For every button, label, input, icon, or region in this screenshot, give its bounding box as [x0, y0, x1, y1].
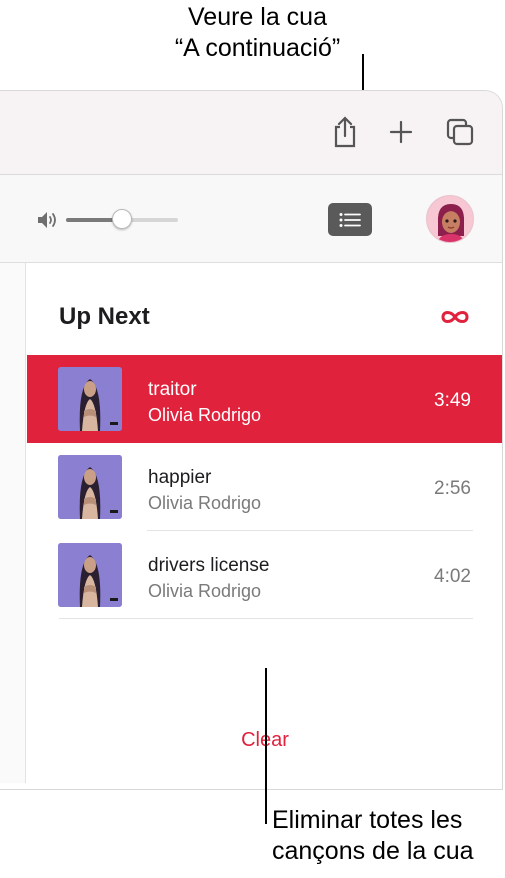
annotation-line: Veure la cua — [188, 3, 327, 31]
queue-row[interactable]: happier Olivia Rodrigo 2:56 — [27, 443, 502, 531]
queue-row[interactable]: drivers license Olivia Rodrigo 4:02 — [27, 531, 502, 619]
window-toolbar — [0, 91, 502, 175]
song-duration: 2:56 — [434, 478, 471, 499]
infinity-icon[interactable] — [439, 305, 471, 329]
up-next-title: Up Next — [59, 303, 150, 330]
share-icon[interactable] — [328, 115, 362, 149]
up-next-queue-button[interactable] — [328, 203, 372, 236]
song-duration: 3:49 — [434, 390, 471, 411]
song-duration: 4:02 — [434, 566, 471, 587]
queue-row[interactable]: traitor Olivia Rodrigo 3:49 — [27, 355, 502, 443]
song-artist: Olivia Rodrigo — [148, 405, 262, 425]
album-art — [58, 455, 122, 519]
album-art — [58, 543, 122, 607]
song-artist: Olivia Rodrigo — [148, 493, 262, 513]
account-avatar[interactable] — [426, 195, 474, 243]
plus-icon[interactable] — [384, 115, 418, 149]
album-art — [58, 367, 122, 431]
annotation-clear-queue: Eliminar totes les cançons de la cua — [272, 805, 474, 867]
sidebar-edge — [0, 263, 26, 783]
leader-line-bottom — [265, 668, 267, 824]
row-divider — [59, 618, 473, 619]
tabs-icon[interactable] — [443, 115, 477, 149]
memoji-avatar — [427, 196, 473, 242]
annotation-line: Eliminar totes les — [272, 806, 463, 834]
song-artist: Olivia Rodrigo — [148, 581, 262, 601]
song-title: drivers license — [148, 555, 270, 576]
music-window: Up Next traitor Olivia Rodrigo 3:49 happ… — [0, 90, 503, 790]
speaker-icon — [38, 212, 56, 228]
annotation-view-queue: Veure la cua “A continuació” — [150, 2, 365, 64]
annotation-line: “A continuació” — [174, 34, 341, 62]
player-toolbar — [0, 175, 502, 263]
annotation-line: cançons de la cua — [272, 837, 474, 865]
list-icon — [339, 212, 361, 227]
volume-slider[interactable] — [66, 209, 178, 229]
song-title: traitor — [148, 379, 197, 400]
song-title: happier — [148, 467, 212, 488]
volume-thumb[interactable] — [112, 209, 132, 229]
